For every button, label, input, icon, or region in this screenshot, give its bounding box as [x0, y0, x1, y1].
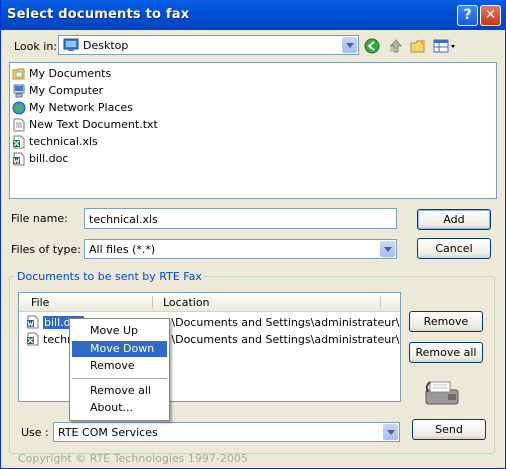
file-list-item-label: My Computer [29, 84, 104, 97]
add-button[interactable]: Add [417, 209, 491, 230]
file-list-item[interactable]: My Computer [12, 82, 103, 99]
word-file-icon [27, 315, 39, 329]
file-list-item-label: New Text Document.txt [29, 118, 158, 131]
row-location: C:\Documents and Settings\administrateur… [160, 332, 401, 346]
look-in-dropdown-arrow[interactable] [342, 37, 357, 53]
menu-item-about[interactable]: About... [72, 400, 167, 416]
menu-item-move-up[interactable]: Move Up [72, 323, 167, 339]
remove-button[interactable]: Remove [409, 311, 483, 332]
up-folder-icon[interactable] [387, 38, 405, 54]
word-file-icon [13, 152, 25, 165]
excel-file-icon [13, 135, 25, 148]
file-list-item[interactable]: New Text Document.txt [12, 116, 158, 133]
column-header-file[interactable]: File [31, 296, 49, 309]
use-label: Use : [21, 426, 49, 439]
title-bar[interactable]: Select documents to fax ? ✕ [1, 0, 505, 30]
cancel-button[interactable]: Cancel [417, 238, 491, 259]
new-folder-icon[interactable] [410, 38, 428, 54]
menu-separator [72, 378, 167, 379]
documents-list-header: File Location [19, 293, 400, 312]
use-service-value: RTE COM Services [58, 426, 158, 439]
menu-item-move-down[interactable]: Move Down [72, 341, 167, 357]
copyright-footer: Copyright © RTE Technologies 1997-2005 [18, 452, 248, 465]
files-of-type-label: Files of type: [11, 243, 82, 256]
look-in-value: Desktop [83, 39, 129, 52]
look-in-label: Look in: [14, 40, 57, 53]
menu-item-remove-all[interactable]: Remove all [72, 383, 167, 399]
file-list-item-label: bill.doc [29, 152, 69, 165]
my-computer-icon [13, 84, 25, 97]
remove-all-button[interactable]: Remove all [409, 342, 483, 363]
desktop-icon [63, 38, 79, 51]
files-of-type-dropdown-arrow[interactable] [380, 241, 395, 257]
file-name-input[interactable]: technical.xls [84, 208, 397, 229]
file-name-value: technical.xls [89, 213, 158, 226]
documents-group-title: Documents to be sent by RTE Fax [15, 270, 204, 283]
text-file-icon [13, 118, 25, 131]
help-button[interactable]: ? [457, 5, 478, 26]
network-places-icon [12, 101, 26, 114]
send-button[interactable]: Send [412, 419, 486, 440]
look-in-combo[interactable]: Desktop [58, 35, 359, 55]
back-icon[interactable] [363, 38, 381, 54]
file-list-item-label: My Network Places [29, 101, 133, 114]
view-menu-icon[interactable] [433, 38, 457, 54]
files-of-type-combo[interactable]: All files (*.*) [84, 239, 397, 259]
file-list-item[interactable]: bill.doc [12, 150, 68, 167]
fax-dialog-window: Select documents to fax ? ✕ Look in: Des… [0, 0, 506, 469]
close-button[interactable]: ✕ [480, 5, 501, 26]
file-list-item-label: My Documents [29, 67, 112, 80]
row-location: C:\Documents and Settings\administrateur… [160, 315, 401, 329]
my-documents-icon [12, 68, 25, 79]
window-title: Select documents to fax [7, 7, 190, 22]
column-divider[interactable] [380, 296, 381, 308]
file-browser-list[interactable]: My Documents My Computer My Network Plac… [9, 62, 497, 199]
menu-item-remove[interactable]: Remove [72, 358, 167, 374]
files-of-type-value: All files (*.*) [89, 243, 156, 256]
use-service-combo[interactable]: RTE COM Services [53, 422, 400, 442]
context-menu: Move Up Move Down Remove Remove all Abou… [69, 318, 170, 421]
file-list-item-label: technical.xls [29, 135, 98, 148]
file-name-label: File name: [11, 212, 68, 225]
use-service-dropdown-arrow[interactable] [383, 424, 398, 440]
column-divider[interactable] [152, 296, 153, 308]
excel-file-icon [27, 332, 39, 346]
file-list-item[interactable]: My Network Places [12, 99, 133, 116]
file-list-item[interactable]: My Documents [12, 65, 111, 82]
fax-machine-icon [425, 381, 459, 405]
file-list-item[interactable]: technical.xls [12, 133, 98, 150]
column-header-location[interactable]: Location [163, 296, 210, 309]
